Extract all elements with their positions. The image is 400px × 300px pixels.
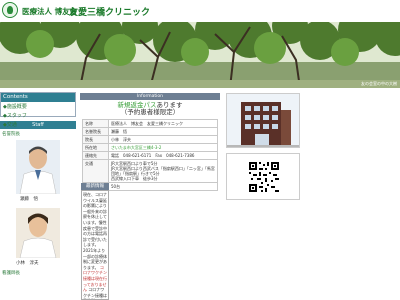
row-value: JR大宮駅西口より車で5分 JR大宮駅西口より西武バス「指扇駅西口」「二ッ宮」「… — [108, 159, 218, 183]
table-row: 名誉院長 瀬藤 悟 — [82, 127, 218, 136]
row-key: 名称 — [82, 119, 109, 128]
address-link[interactable]: さいたま市大宮区三橋4-3-2 — [108, 143, 218, 152]
header-banner-image: 友の会室の中の大樹 — [0, 22, 400, 88]
building-photo — [226, 93, 300, 148]
doctor-photo — [16, 208, 60, 258]
menu-item-staff[interactable]: ◆スタッフ — [1, 111, 75, 120]
sidebar: Contents ◆施設概要 ◆スタッフ ◆交通 Staff 名誉院長 瀬藤 悟… — [0, 92, 76, 300]
row-value: 50台 — [108, 182, 218, 191]
qr-code-box — [226, 153, 300, 200]
qr-code-icon — [249, 162, 279, 192]
news-footer: コロナワクチン接種は予約制です — [83, 287, 107, 299]
row-value: 瀬藤 悟 — [108, 127, 218, 136]
news-heading: 最新情報 — [81, 183, 109, 190]
row-key: 交通 — [82, 159, 109, 183]
contents-menu: Contents ◆施設概要 ◆スタッフ ◆交通 — [0, 92, 76, 128]
staff-role: 名誉院長 — [2, 132, 20, 137]
row-key: 名誉院長 — [82, 127, 109, 136]
notice-line2: （予約患者様限定） — [120, 108, 180, 116]
staff-role: 看護師長 — [2, 271, 20, 276]
banner-caption: 友の会室の中の大樹 — [361, 81, 397, 86]
information-heading: Information — [80, 93, 220, 100]
row-value: 電話 048-621-6171 Fax 048-621-7386 — [108, 151, 218, 160]
site-header: 医療法人 博友会 友愛三橋クリニック — [0, 0, 400, 22]
table-row: 院長 小林 淳夫 — [82, 135, 218, 144]
news-box: 現在、コロナウイルス蔓延の影響により一般外来の診察を休止しています。慢性疾患で受… — [81, 190, 109, 300]
main-content: Information 新規返金パスあります （予約患者様限定） 名称 医療法人 … — [80, 93, 220, 300]
row-value: 医療法人 博友会 友愛三橋クリニック — [108, 119, 218, 128]
staff-name: 瀬藤 悟 — [20, 197, 38, 202]
staff-name: 小林 淳夫 — [16, 261, 39, 266]
row-value: 小林 淳夫 — [108, 135, 218, 144]
row-key: 院長 — [82, 135, 109, 144]
clinic-logo-icon[interactable] — [2, 2, 18, 18]
notice: 新規返金パスあります （予約患者様限定） — [80, 102, 220, 116]
table-row: 所在地 さいたま市大宮区三橋4-3-2 — [82, 143, 218, 152]
table-row: 交通 JR大宮駅西口より車で5分 JR大宮駅西口より西武バス「指扇駅西口」「二ッ宮… — [82, 159, 218, 183]
table-row: 連絡先 電話 048-621-6171 Fax 048-621-7386 — [82, 151, 218, 160]
doctor-photo — [16, 140, 60, 194]
clinic-info-table: 名称 医療法人 博友会 友愛三橋クリニック 名誉院長 瀬藤 悟 院長 小林 淳夫 所在… — [82, 119, 218, 191]
right-column — [226, 93, 302, 300]
news-body: 現在、コロナウイルス蔓延の影響により一般外来の診察を休止しています。慢性疾患で受… — [83, 192, 107, 248]
row-key: 連絡先 — [82, 151, 109, 160]
row-key: 所在地 — [82, 143, 109, 152]
clinic-name[interactable]: 友愛三橋クリニック — [69, 5, 150, 18]
menu-title: Contents — [1, 93, 75, 102]
table-row: 名称 医療法人 博友会 友愛三橋クリニック — [82, 119, 218, 128]
menu-item-facility[interactable]: ◆施設概要 — [1, 102, 75, 111]
